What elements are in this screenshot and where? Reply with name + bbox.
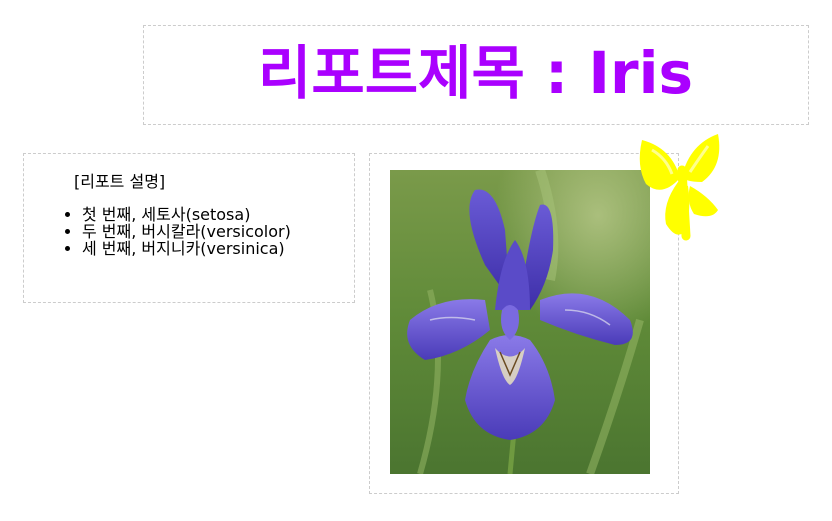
report-title: 리포트제목 : Iris xyxy=(258,39,693,107)
list-item: 세 번째, 버지니카(versinica) xyxy=(82,240,291,257)
species-list: 첫 번째, 세토사(setosa) 두 번째, 버시칼라(versicolor)… xyxy=(52,206,291,257)
list-item: 첫 번째, 세토사(setosa) xyxy=(82,206,291,223)
title-box: 리포트제목 : Iris xyxy=(143,25,809,125)
butterfly-sticker xyxy=(639,134,720,241)
iris-photo xyxy=(390,170,650,474)
list-item: 두 번째, 버시칼라(versicolor) xyxy=(82,223,291,240)
description-box: [리포트 설명] 첫 번째, 세토사(setosa) 두 번째, 버시칼라(ve… xyxy=(23,153,355,303)
description-heading: [리포트 설명] xyxy=(74,172,166,191)
